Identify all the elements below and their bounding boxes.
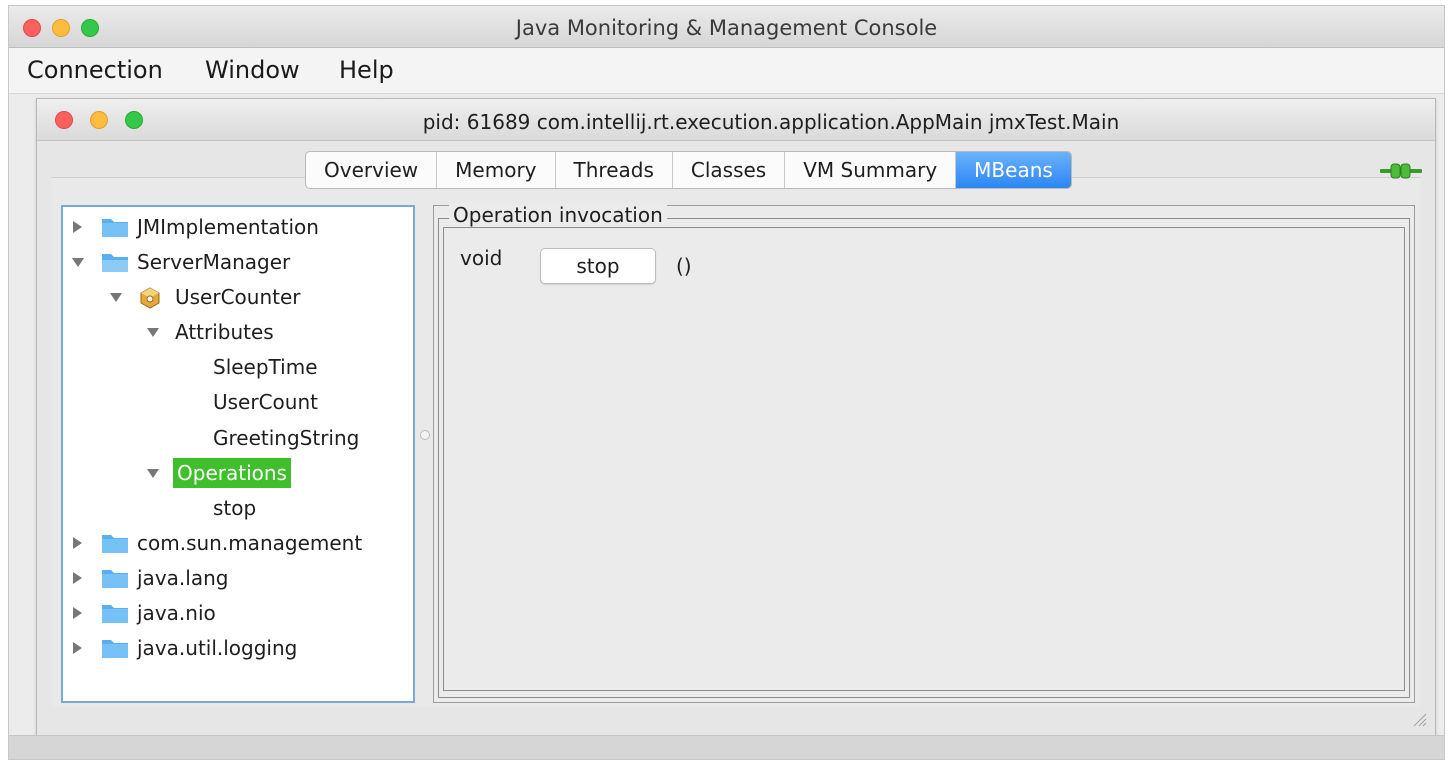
menu-help[interactable]: Help (339, 56, 394, 84)
collapse-arrow-icon[interactable] (110, 293, 122, 302)
operation-panel: Operation invocation void stop () (433, 203, 1415, 703)
tree-item-com-sun-management[interactable]: com.sun.management (63, 528, 413, 558)
tree-item-attributes[interactable]: Attributes (63, 317, 413, 347)
expand-arrow-icon[interactable] (73, 572, 82, 584)
window-title: Java Monitoring & Management Console (515, 16, 938, 40)
tree-item-label: stop (213, 496, 257, 520)
tree-item-label: com.sun.management (137, 531, 363, 555)
operation-invocation-group: Operation invocation void stop () (438, 203, 1410, 698)
expand-arrow-icon[interactable] (73, 537, 82, 549)
tree-item-sleeptime[interactable]: SleepTime (63, 352, 413, 382)
tree-item-label: UserCount (213, 390, 318, 414)
tree-item-java-nio[interactable]: java.nio (63, 598, 413, 628)
window-titlebar: Java Monitoring & Management Console (9, 6, 1444, 48)
tree-item-label: SleepTime (213, 355, 318, 379)
invoke-stop-button[interactable]: stop (540, 248, 656, 284)
tab-classes[interactable]: Classes (673, 152, 786, 188)
tree-item-label: java.lang (137, 566, 229, 590)
main-window: Java Monitoring & Management Console Con… (8, 5, 1445, 760)
tree-item-usercount[interactable]: UserCount (63, 387, 413, 417)
expand-arrow-icon[interactable] (73, 221, 82, 233)
tab-threads[interactable]: Threads (556, 152, 673, 188)
tab-memory[interactable]: Memory (437, 152, 556, 188)
expand-arrow-icon[interactable] (73, 607, 82, 619)
tree-item-operations[interactable]: Operations (63, 458, 413, 488)
tree-item-java-lang[interactable]: java.lang (63, 563, 413, 593)
parameter-list: () (676, 254, 692, 278)
return-type-label: void (460, 246, 503, 270)
frame-titlebar: pid: 61689 com.intellij.rt.execution.app… (37, 99, 1435, 141)
collapse-arrow-icon[interactable] (72, 258, 84, 267)
tab-mbeans[interactable]: MBeans (956, 152, 1071, 188)
tree-item-java-util-logging[interactable]: java.util.logging (63, 633, 413, 663)
mbean-icon (140, 287, 160, 309)
connection-status-icon[interactable] (1380, 161, 1422, 181)
tree-item-greetingstring[interactable]: GreetingString (63, 423, 413, 453)
split-pane-divider[interactable] (420, 430, 430, 440)
menu-window[interactable]: Window (205, 56, 300, 84)
folder-icon (102, 605, 128, 623)
bottom-strip (9, 735, 1444, 759)
collapse-arrow-icon[interactable] (147, 469, 159, 478)
mbean-tree[interactable]: JMImplementation ServerManager UserCount… (61, 205, 415, 703)
tree-item-label: Operations (173, 458, 291, 488)
tree-item-stop[interactable]: stop (63, 493, 413, 523)
menu-connection[interactable]: Connection (27, 56, 163, 84)
open-folder-icon (102, 254, 128, 272)
menubar: Connection Window Help (9, 48, 1444, 94)
tree-item-label: java.util.logging (137, 636, 298, 660)
operation-invocation-body: void stop () (443, 227, 1405, 691)
folder-icon (102, 535, 128, 553)
mbeans-content: JMImplementation ServerManager UserCount… (51, 177, 1421, 707)
folder-icon (102, 570, 128, 588)
connection-frame: pid: 61689 com.intellij.rt.execution.app… (36, 98, 1436, 738)
tree-item-label: UserCounter (175, 285, 301, 309)
collapse-arrow-icon[interactable] (147, 328, 159, 337)
tree-item-label: GreetingString (213, 426, 360, 450)
group-title: Operation invocation (449, 203, 667, 227)
frame-title: pid: 61689 com.intellij.rt.execution.app… (422, 110, 1120, 134)
tab-vm-summary[interactable]: VM Summary (785, 152, 957, 188)
tree-item-usercounter[interactable]: UserCounter (63, 282, 413, 312)
expand-arrow-icon[interactable] (73, 642, 82, 654)
tab-bar: Overview Memory Threads Classes VM Summa… (305, 151, 1072, 189)
tree-item-label: java.nio (137, 601, 216, 625)
tree-item-label: Attributes (175, 320, 274, 344)
folder-icon (102, 219, 128, 237)
tree-item-servermanager[interactable]: ServerManager (63, 247, 413, 277)
folder-icon (102, 640, 128, 658)
tab-overview[interactable]: Overview (306, 152, 438, 188)
resize-grip-icon[interactable] (1411, 711, 1427, 727)
tree-item-label: ServerManager (137, 250, 291, 274)
tree-item-label: JMImplementation (137, 215, 319, 239)
tree-item-jmimplementation[interactable]: JMImplementation (63, 212, 413, 242)
